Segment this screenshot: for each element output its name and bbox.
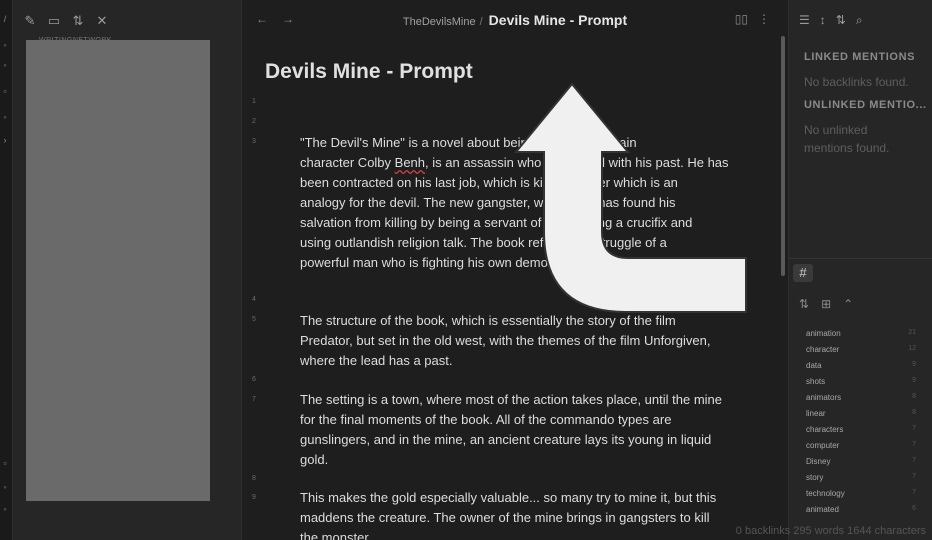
- no-backlinks-text: No backlinks found.: [804, 75, 909, 89]
- text-line: the monster.: [300, 530, 372, 540]
- breadcrumb: TheDevilsMine / Devils Mine - Prompt: [242, 12, 788, 28]
- breadcrumb-parent[interactable]: TheDevilsMine: [403, 16, 476, 28]
- vault-icon[interactable]: ▫: [0, 458, 10, 468]
- tag-item[interactable]: linear 8: [806, 409, 916, 425]
- panel-divider[interactable]: [789, 258, 932, 259]
- tag-item[interactable]: character 12: [806, 345, 916, 361]
- command-icon[interactable]: ›: [0, 135, 10, 145]
- text-line: maddens the creature. The owner of the m…: [300, 510, 710, 525]
- tag-item[interactable]: animators 8: [806, 393, 916, 409]
- tag-icon[interactable]: ◦: [0, 60, 10, 70]
- text-line: The setting is a town, where most of the…: [300, 392, 722, 407]
- tag-item[interactable]: data 9: [806, 361, 916, 377]
- right-sidebar: ☰ ↕ ⇅ ⌕ LINKED MENTIONS No backlinks fou…: [789, 0, 932, 540]
- tag-item[interactable]: computer 7: [806, 441, 916, 457]
- sort-icon[interactable]: ⇅: [836, 13, 846, 28]
- tag-item[interactable]: animated 6: [806, 505, 916, 521]
- text-line: been contracted on his last job, which i…: [300, 175, 678, 190]
- expand-icon[interactable]: ↕: [820, 13, 826, 28]
- line-number: 3: [252, 138, 256, 145]
- text-line: The structure of the book, which is esse…: [300, 313, 676, 328]
- help-icon[interactable]: ◦: [0, 482, 10, 492]
- unlinked-mentions-heading[interactable]: UNLINKED MENTIO...: [804, 99, 927, 111]
- new-note-icon[interactable]: ✎: [23, 13, 37, 29]
- line-number: 4: [252, 296, 256, 303]
- text-line: using outlandish religion talk. The book…: [300, 235, 667, 250]
- settings-icon[interactable]: ◦: [0, 504, 10, 514]
- calendar-icon[interactable]: ▫: [0, 86, 10, 96]
- reading-view-icon[interactable]: ▯▯: [735, 12, 748, 26]
- text-line: analogy for the devil. The new gangster,…: [300, 195, 676, 210]
- tag-item[interactable]: animation 21: [806, 329, 916, 345]
- line-number: 9: [252, 494, 256, 501]
- left-ribbon: / ◦ ◦ ▫ ◦ › ▫ ◦ ◦: [0, 0, 13, 540]
- text-line: salvation from killing by being a servan…: [300, 215, 693, 230]
- line-number: 8: [252, 475, 256, 482]
- paragraph-4: This makes the gold especially valuable.…: [300, 488, 736, 540]
- file-explorer-panel: ✎ ▭ ⇅ ✕ WRITINGNETWORK: [13, 0, 242, 540]
- collapse-all-icon[interactable]: ✕: [95, 13, 109, 29]
- sort-icon[interactable]: ⇅: [799, 297, 809, 311]
- line-number: 1: [252, 98, 256, 105]
- text-line: for the final moments of the book. All o…: [300, 412, 672, 427]
- tags-tab-icon[interactable]: #: [793, 264, 813, 282]
- line-number: 7: [252, 396, 256, 403]
- backlinks-count[interactable]: 0 backlinks: [736, 525, 790, 537]
- text-line: "The Devil's Mine" is a novel about bein…: [300, 135, 637, 150]
- text-line: powerful man who is fighting his own dem…: [300, 255, 648, 270]
- page-title: Devils Mine - Prompt: [265, 60, 473, 83]
- search-icon[interactable]: ⌕: [856, 13, 863, 28]
- line-number: 2: [252, 118, 256, 125]
- breadcrumb-current[interactable]: Devils Mine - Prompt: [489, 12, 627, 28]
- open-switcher-icon[interactable]: /: [0, 14, 10, 24]
- breadcrumb-separator: /: [479, 16, 483, 28]
- status-bar: 0 backlinks 295 words 1644 characters: [736, 525, 926, 537]
- no-unlinked-text: No unlinked mentions found.: [804, 123, 890, 155]
- tag-list: animation 21 character 12 data 9 shots 9 ani…: [806, 329, 916, 521]
- file-tree-redacted: [26, 40, 210, 501]
- tag-item[interactable]: shots 9: [806, 377, 916, 393]
- paragraph-3: The setting is a town, where most of the…: [300, 390, 736, 470]
- tree-view-icon[interactable]: ⊞: [821, 297, 831, 311]
- text-line: character Colby Benh, is an assassin who…: [300, 155, 729, 170]
- linked-mentions-heading[interactable]: LINKED MENTIONS: [804, 51, 915, 63]
- chevron-icon[interactable]: ⌃: [843, 297, 853, 311]
- text-line: gold.: [300, 452, 329, 467]
- list-icon[interactable]: ☰: [799, 13, 810, 28]
- backlinks-toolbar: ☰ ↕ ⇅ ⌕: [799, 13, 863, 28]
- paragraph-2: The structure of the book, which is esse…: [300, 311, 736, 371]
- view-actions: ▯▯ ⋮: [735, 12, 770, 26]
- line-number: 5: [252, 316, 256, 323]
- text-line: This makes the gold especially valuable.…: [300, 490, 717, 505]
- tag-item[interactable]: characters 7: [806, 425, 916, 441]
- text-line: gunslingers, and in the mine, an ancient…: [300, 432, 712, 447]
- tag-item[interactable]: technology 7: [806, 489, 916, 505]
- more-options-icon[interactable]: ⋮: [758, 12, 770, 26]
- graph-icon[interactable]: ◦: [0, 40, 10, 50]
- tag-item[interactable]: story 7: [806, 473, 916, 489]
- tags-toolbar: ⇅ ⊞ ⌃: [799, 297, 853, 311]
- new-folder-icon[interactable]: ▭: [47, 13, 61, 29]
- editor-scrollbar[interactable]: [781, 36, 785, 276]
- paragraph-1: "The Devil's Mine" is a novel about bein…: [300, 133, 736, 273]
- template-icon[interactable]: ◦: [0, 112, 10, 122]
- tag-item[interactable]: Disney 7: [806, 457, 916, 473]
- file-explorer-toolbar: ✎ ▭ ⇅ ✕: [23, 13, 109, 29]
- sort-icon[interactable]: ⇅: [71, 13, 85, 29]
- character-count: 1644 characters: [847, 525, 926, 537]
- word-count: 295 words: [793, 525, 845, 537]
- text-line: where the lead has a past.: [300, 353, 453, 368]
- text-line: Predator, but set in the old west, with …: [300, 333, 711, 348]
- misspelled-word: Benh: [394, 155, 426, 170]
- line-number: 6: [252, 376, 256, 383]
- editor-pane: ← → TheDevilsMine / Devils Mine - Prompt ▯…: [242, 0, 789, 540]
